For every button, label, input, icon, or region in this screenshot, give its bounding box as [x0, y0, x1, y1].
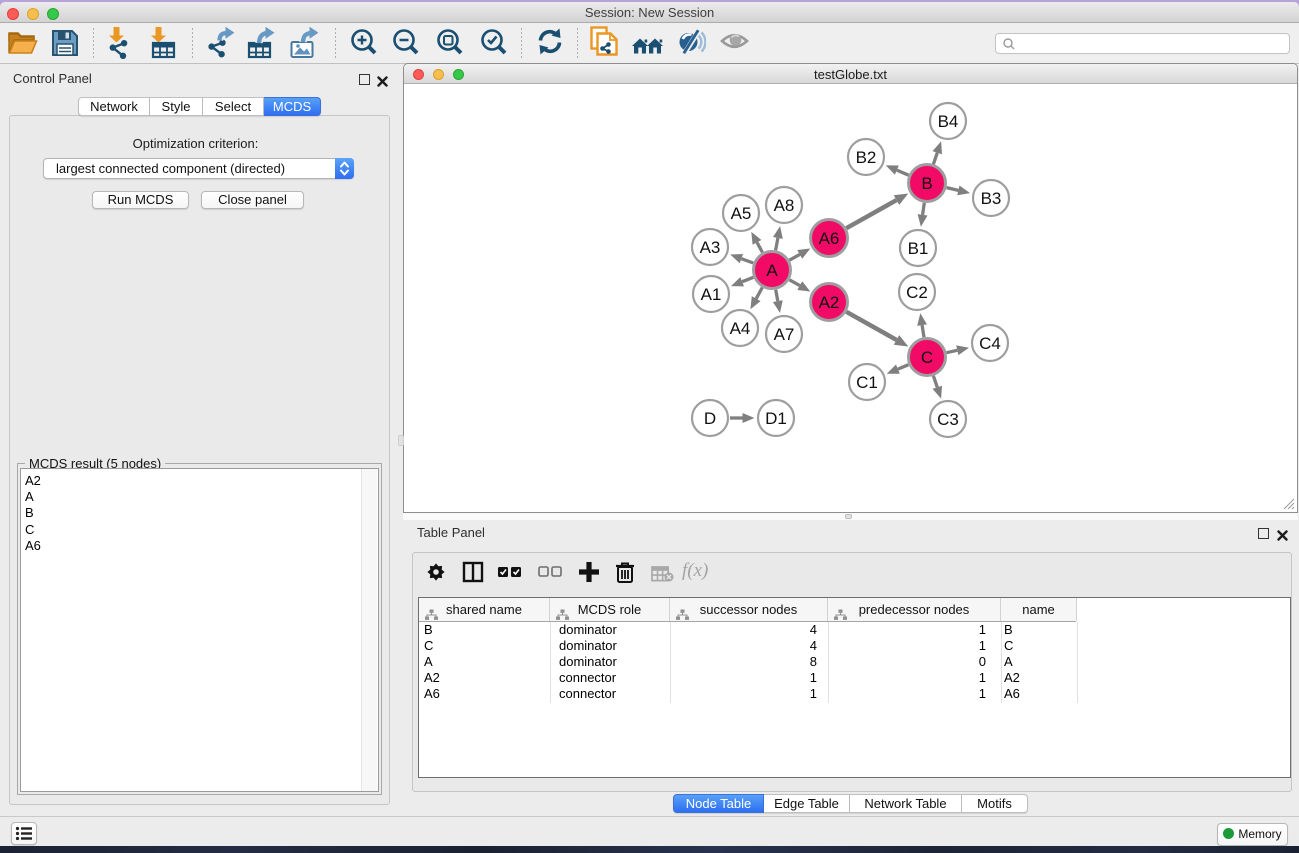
svg-text:C: C: [921, 348, 933, 367]
svg-text:A1: A1: [701, 285, 722, 304]
svg-text:C4: C4: [979, 334, 1001, 353]
svg-text:A3: A3: [700, 238, 721, 257]
svg-text:C1: C1: [856, 373, 878, 392]
svg-text:A5: A5: [731, 204, 752, 223]
svg-text:A2: A2: [819, 293, 840, 312]
svg-text:C2: C2: [906, 283, 928, 302]
svg-text:A: A: [766, 261, 778, 280]
svg-text:B4: B4: [938, 112, 959, 131]
svg-text:A8: A8: [774, 196, 795, 215]
svg-text:A4: A4: [730, 319, 751, 338]
svg-text:D: D: [704, 409, 716, 428]
svg-text:A6: A6: [819, 229, 840, 248]
svg-text:C3: C3: [937, 410, 959, 429]
svg-text:D1: D1: [765, 409, 787, 428]
svg-text:A7: A7: [774, 325, 795, 344]
svg-text:B2: B2: [856, 148, 877, 167]
svg-text:B3: B3: [981, 189, 1002, 208]
svg-text:B: B: [921, 174, 932, 193]
svg-text:B1: B1: [908, 239, 929, 258]
